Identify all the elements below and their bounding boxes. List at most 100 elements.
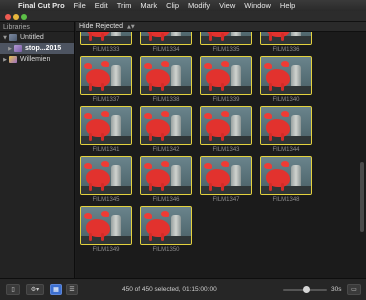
clip-name: FILM1337	[92, 97, 120, 103]
library-icon	[9, 34, 17, 41]
menu-file[interactable]: File	[74, 1, 86, 10]
close-window-button[interactable]	[5, 14, 11, 20]
menu-mark[interactable]: Mark	[140, 1, 157, 10]
clip-frame-image[interactable]	[260, 56, 312, 95]
clip-browser: Hide Rejected ▲▼ FILM1333 FILM1334 FILM133…	[76, 22, 366, 278]
window-titlebar	[0, 11, 366, 22]
clip-frame-image[interactable]	[200, 156, 252, 195]
event-row-stop-2015[interactable]: ▶ stop...2015	[0, 43, 74, 54]
zoom-window-button[interactable]	[21, 14, 27, 20]
clip-thumbnail[interactable]: FILM1344	[260, 106, 312, 155]
clip-frame-image[interactable]	[260, 106, 312, 145]
clip-thumbnail[interactable]: FILM1335	[200, 32, 252, 55]
clip-frame-image[interactable]	[140, 106, 192, 145]
clip-frame-image[interactable]	[260, 32, 312, 45]
clip-thumbnail[interactable]: FILM1350	[140, 206, 192, 255]
menu-final-cut-pro[interactable]: Final Cut Pro	[18, 1, 65, 10]
disclosure-expanded-icon[interactable]: ▼	[1, 35, 9, 41]
disclosure-collapsed-icon[interactable]: ▶	[6, 46, 14, 52]
clip-name: FILM1333	[92, 47, 120, 53]
list-view-button[interactable]: ☰	[66, 284, 78, 295]
clip-name: FILM1344	[272, 147, 300, 153]
clip-frame-image[interactable]	[140, 32, 192, 45]
library-icon	[9, 56, 17, 63]
clip-thumbnail[interactable]: FILM1339	[200, 56, 252, 105]
library-label: Untitled	[20, 34, 44, 41]
clip-thumbnail[interactable]: FILM1340	[260, 56, 312, 105]
clip-thumbnail[interactable]: FILM1346	[140, 156, 192, 205]
clip-grid: FILM1333 FILM1334 FILM1335 FILM1336 FILM1337…	[76, 32, 356, 278]
sidebar-toggle-button[interactable]: ▯	[6, 284, 20, 295]
clip-frame-image[interactable]	[140, 206, 192, 245]
menu-trim[interactable]: Trim	[117, 1, 132, 10]
clip-name: FILM1349	[92, 247, 120, 253]
library-label: Willemien	[20, 56, 51, 63]
clip-name: FILM1338	[152, 97, 180, 103]
menu-bar: Final Cut Pro File Edit Trim Mark Clip M…	[0, 0, 366, 11]
clip-frame-image[interactable]	[140, 156, 192, 195]
menu-edit[interactable]: Edit	[95, 1, 108, 10]
clip-thumbnail[interactable]: FILM1341	[80, 106, 132, 155]
chevron-updown-icon[interactable]: ▲▼	[127, 24, 135, 30]
clip-appearance-button[interactable]: ▭	[347, 284, 361, 295]
clip-name: FILM1347	[212, 197, 240, 203]
libraries-header: Libraries	[0, 22, 74, 32]
clip-name: FILM1334	[152, 47, 180, 53]
event-label: stop...2015	[25, 45, 62, 52]
browser-scrollbar[interactable]	[360, 34, 364, 274]
clip-thumbnail[interactable]: FILM1347	[200, 156, 252, 205]
clip-frame-image[interactable]	[80, 32, 132, 45]
selection-status: 450 of 450 selected, 01:15:00:00	[122, 286, 217, 293]
clip-thumbnail[interactable]: FILM1336	[260, 32, 312, 55]
library-row-willemien[interactable]: ▶ Willemien	[0, 54, 74, 65]
event-star-icon	[14, 45, 22, 52]
clip-frame-image[interactable]	[200, 32, 252, 45]
clip-frame-image[interactable]	[80, 106, 132, 145]
clip-thumbnail[interactable]: FILM1337	[80, 56, 132, 105]
clip-name: FILM1342	[152, 147, 180, 153]
clip-frame-image[interactable]	[80, 56, 132, 95]
library-row-untitled[interactable]: ▼ Untitled	[0, 32, 74, 43]
menu-view[interactable]: View	[219, 1, 235, 10]
clip-name: FILM1341	[92, 147, 120, 153]
clip-name: FILM1348	[272, 197, 300, 203]
clip-name: FILM1339	[212, 97, 240, 103]
menu-help[interactable]: Help	[280, 1, 295, 10]
clip-name: FILM1335	[212, 47, 240, 53]
clip-thumbnail[interactable]: FILM1334	[140, 32, 192, 55]
menu-window[interactable]: Window	[244, 1, 271, 10]
clip-name: FILM1350	[152, 247, 180, 253]
filter-popup[interactable]: Hide Rejected	[79, 23, 123, 30]
filmstrip-view-button[interactable]: ▦	[50, 284, 62, 295]
action-gear-button[interactable]: ⚙▾	[26, 284, 44, 295]
libraries-sidebar: Libraries ▼ Untitled ▶ stop...2015 ▶ Wil…	[0, 22, 75, 278]
clip-frame-image[interactable]	[80, 206, 132, 245]
clip-name: FILM1336	[272, 47, 300, 53]
clip-thumbnail[interactable]: FILM1338	[140, 56, 192, 105]
clip-zoom-slider[interactable]	[283, 286, 327, 293]
filter-bar: Hide Rejected ▲▼	[76, 22, 366, 32]
clip-frame-image[interactable]	[80, 156, 132, 195]
clip-name: FILM1346	[152, 197, 180, 203]
zoom-duration-label: 30s	[331, 286, 342, 293]
disclosure-collapsed-icon[interactable]: ▶	[1, 57, 9, 63]
clip-thumbnail[interactable]: FILM1333	[80, 32, 132, 55]
clip-frame-image[interactable]	[260, 156, 312, 195]
clip-frame-image[interactable]	[200, 56, 252, 95]
scrollbar-knob[interactable]	[360, 162, 364, 232]
zoom-slider-knob[interactable]	[303, 286, 310, 293]
clip-name: FILM1343	[212, 147, 240, 153]
clip-thumbnail[interactable]: FILM1349	[80, 206, 132, 255]
clip-thumbnail[interactable]: FILM1348	[260, 156, 312, 205]
clip-name: FILM1345	[92, 197, 120, 203]
menu-clip[interactable]: Clip	[166, 1, 179, 10]
clip-thumbnail[interactable]: FILM1343	[200, 106, 252, 155]
clip-thumbnail[interactable]: FILM1342	[140, 106, 192, 155]
clip-frame-image[interactable]	[140, 56, 192, 95]
browser-bottom-bar: ▯ ⚙▾ ▦ ☰ 450 of 450 selected, 01:15:00:0…	[0, 278, 366, 300]
menu-modify[interactable]: Modify	[188, 1, 210, 10]
clip-frame-image[interactable]	[200, 106, 252, 145]
clip-thumbnail[interactable]: FILM1345	[80, 156, 132, 205]
clip-name: FILM1340	[272, 97, 300, 103]
minimize-window-button[interactable]	[13, 14, 19, 20]
